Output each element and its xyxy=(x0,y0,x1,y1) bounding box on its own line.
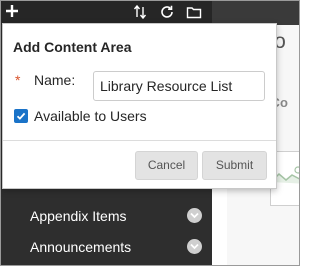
dialog-title: Add Content Area xyxy=(13,39,132,55)
menu-item-appendix-items[interactable]: Appendix Items xyxy=(1,201,212,232)
dialog-footer: Cancel Submit xyxy=(3,140,276,188)
content-header-bar xyxy=(212,1,299,25)
refresh-icon[interactable] xyxy=(159,4,175,20)
folder-icon[interactable] xyxy=(186,4,202,20)
menu-item-label: Announcements xyxy=(30,239,132,255)
name-label: Name: xyxy=(34,72,76,88)
name-input[interactable] xyxy=(93,71,265,101)
cancel-button[interactable]: Cancel xyxy=(135,151,198,180)
chevron-down-circle-icon[interactable] xyxy=(187,239,202,254)
available-to-users-label[interactable]: Available to Users xyxy=(34,108,147,124)
add-content-area-dialog: Add Content Area * Name: Available to Us… xyxy=(2,23,277,189)
menu-item-label: Appendix Items xyxy=(30,208,127,224)
plus-icon[interactable] xyxy=(5,4,21,20)
chevron-down-circle-icon[interactable] xyxy=(187,208,202,223)
required-marker: * xyxy=(15,72,21,88)
available-to-users-checkbox[interactable] xyxy=(14,109,28,123)
sort-arrows-icon[interactable] xyxy=(132,4,148,20)
menu-toolbar xyxy=(1,1,212,25)
course-page: Appendix Items Announcements Co d Co Add… xyxy=(0,0,300,266)
menu-item-announcements[interactable]: Announcements xyxy=(1,232,212,263)
submit-button[interactable]: Submit xyxy=(202,151,267,180)
